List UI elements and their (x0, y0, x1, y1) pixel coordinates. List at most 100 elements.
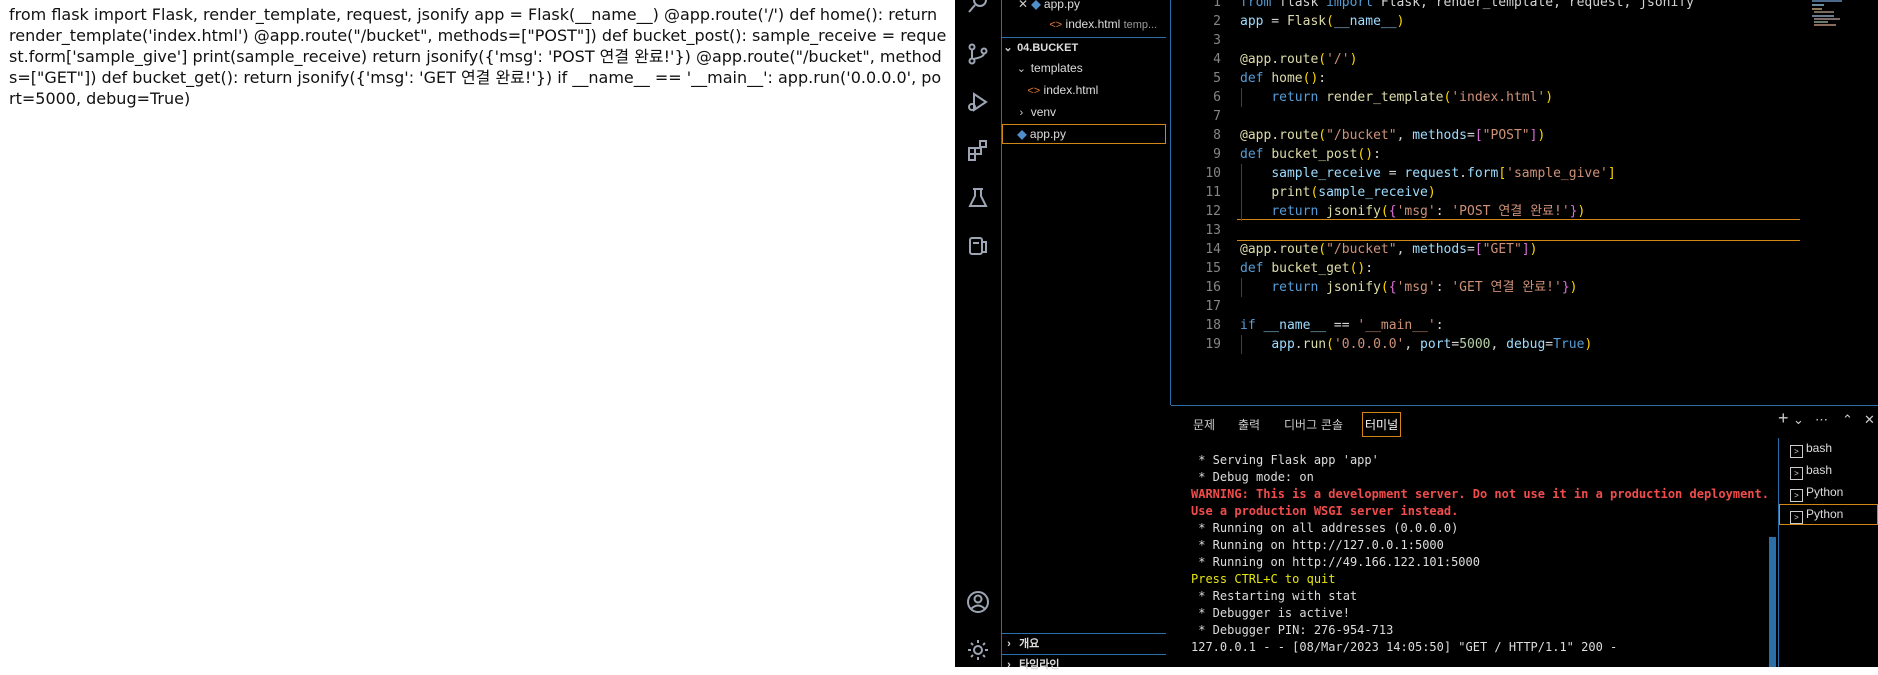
tree-item-index-html[interactable]: <> index.html (1002, 80, 1166, 100)
line-number: 8 (1213, 128, 1221, 143)
code-line-2: app = Flask(__name__) (1240, 14, 1405, 29)
tree-item-templates[interactable]: ⌄ templates (1002, 58, 1166, 78)
code-line-19: app.run('0.0.0.0', port=5000, debug=True… (1271, 337, 1593, 352)
open-editor-label: index.html (1065, 17, 1121, 31)
maximize-panel-icon[interactable]: ⌃ (1842, 412, 1853, 428)
line-number: 19 (1205, 337, 1221, 352)
terminal-warning: Use a production WSGI server instead. (1191, 504, 1459, 518)
chevron-down-icon[interactable]: ⌄ (1793, 412, 1804, 428)
chevron-down-icon: ⌄ (1016, 63, 1026, 75)
tree-item-label: index.html (1043, 83, 1099, 97)
line-number: 7 (1213, 109, 1221, 124)
indent-guide (1241, 278, 1242, 297)
outline-section[interactable]: › 개요 (1002, 633, 1166, 654)
timeline-label: 타임라인 (1019, 659, 1060, 671)
line-number: 10 (1205, 166, 1221, 181)
python-file-icon: ◆ (1017, 127, 1027, 141)
line-number: 4 (1213, 52, 1221, 67)
search-icon[interactable] (966, 0, 990, 18)
terminal-line: * Debugger is active! (1191, 606, 1350, 620)
line-number: 11 (1205, 185, 1221, 200)
tab-terminal[interactable]: 터미널 (1362, 412, 1402, 437)
chevron-right-icon: › (1007, 659, 1011, 671)
tree-item-label: templates (1030, 61, 1083, 75)
remote-explorer-icon[interactable] (966, 234, 990, 258)
indent-guide (1241, 164, 1242, 221)
code-line-10: sample_receive = request.form['sample_gi… (1271, 166, 1616, 181)
terminal-line: * Restarting with stat (1191, 589, 1358, 603)
open-editor-label: app.py (1043, 0, 1080, 11)
terminal-list-item[interactable]: > bash (1779, 438, 1878, 459)
code-line-5: def home(): (1240, 71, 1327, 86)
line-number: 9 (1213, 147, 1221, 162)
tab-output[interactable]: 출력 (1238, 416, 1260, 433)
rendered-page: from flask import Flask, render_template… (0, 0, 955, 667)
indent-guide (1241, 335, 1242, 354)
terminal-line: * Debug mode: on (1191, 470, 1314, 484)
terminal-line: * Debugger PIN: 276-954-713 (1191, 623, 1394, 637)
folder-label: 04.BUCKET (1017, 42, 1079, 54)
code-line-9: def bucket_post(): (1240, 147, 1381, 162)
tree-item-label: app.py (1029, 127, 1066, 141)
terminal-name: bash (1806, 441, 1833, 455)
activity-bar (955, 0, 1001, 667)
line-number: 5 (1213, 71, 1221, 86)
terminal-line: 127.0.0.1 - - [08/Mar/2023 14:05:50] "GE… (1191, 640, 1618, 654)
tab-debug-console[interactable]: 디버그 콘솔 (1284, 416, 1343, 433)
testing-icon[interactable] (966, 186, 990, 210)
new-terminal-plus-icon[interactable]: + (1778, 408, 1789, 429)
open-editor-app-py[interactable]: ✕ ◆ app.py (1002, 0, 1166, 14)
code-line-4: @app.route('/') (1240, 52, 1358, 67)
close-panel-icon[interactable]: ✕ (1864, 412, 1875, 428)
terminal-line: * Running on all addresses (0.0.0.0) (1191, 521, 1459, 535)
line-number: 17 (1205, 299, 1221, 314)
chevron-right-icon: › (1019, 107, 1024, 119)
python-file-icon: ◆ (1031, 0, 1041, 11)
extensions-icon[interactable] (966, 138, 990, 162)
line-number: 15 (1205, 261, 1221, 276)
close-icon[interactable]: ✕ (1002, 0, 1028, 14)
code-line-11: print(sample_receive) (1271, 185, 1436, 200)
line-number: 14 (1205, 242, 1221, 257)
terminal-line: * Serving Flask app 'app' (1191, 453, 1379, 467)
source-control-icon[interactable] (966, 42, 990, 66)
open-editor-index-html[interactable]: <> index.html temp... (1002, 14, 1166, 34)
code-line-1: from flask import Flask, render_template… (1240, 0, 1694, 10)
line-number: 3 (1213, 33, 1221, 48)
page-text: from flask import Flask, render_template… (9, 5, 947, 108)
tab-problems[interactable]: 문제 (1193, 416, 1215, 433)
run-debug-icon[interactable] (966, 90, 990, 114)
terminal-icon: > (1790, 511, 1803, 524)
html-file-icon: <> (1049, 19, 1063, 31)
line-number: 6 (1213, 90, 1221, 105)
line-number: 12 (1205, 204, 1221, 219)
code-line-8: @app.route("/bucket", methods=["POST"]) (1240, 128, 1546, 143)
terminal-name: Python (1806, 485, 1844, 499)
more-actions-icon[interactable]: ⋯ (1815, 412, 1828, 428)
html-file-icon: <> (1027, 85, 1041, 97)
code-line-15: def bucket_get(): (1240, 261, 1374, 276)
terminal-list-item[interactable]: > Python (1779, 504, 1878, 525)
chevron-right-icon: › (1007, 638, 1011, 650)
account-icon[interactable] (966, 590, 990, 614)
line-number: 13 (1205, 223, 1221, 238)
line-number: 1 (1213, 0, 1221, 10)
code-line-6: return render_template('index.html') (1271, 90, 1554, 105)
minimap[interactable] (1812, 0, 1862, 30)
code-line-14: @app.route("/bucket", methods=["GET"]) (1240, 242, 1538, 257)
settings-gear-icon[interactable] (966, 638, 990, 662)
explorer-panel: ✕ ◆ app.py <> index.html temp... ⌄ 04.BU… (1002, 0, 1166, 667)
terminal-warning: WARNING: This is a development server. D… (1191, 487, 1769, 501)
outline-label: 개요 (1019, 638, 1040, 650)
open-editor-hint: temp... (1123, 19, 1158, 31)
timeline-section[interactable]: › 타임라인 (1002, 654, 1166, 675)
terminal-icon: > (1790, 467, 1803, 480)
folder-header[interactable]: ⌄ 04.BUCKET (1002, 37, 1166, 58)
tree-item-venv[interactable]: › venv (1002, 102, 1166, 122)
tree-item-app-py[interactable]: ◆ app.py (1002, 124, 1166, 144)
code-line-16: return jsonify({'msg': 'GET 연결 완료!'}) (1271, 280, 1578, 295)
terminal-list-item[interactable]: > bash (1779, 460, 1878, 481)
terminal-list-item[interactable]: > Python (1779, 482, 1878, 503)
terminal-scrollbar[interactable] (1769, 537, 1776, 667)
line-number: 18 (1205, 318, 1221, 333)
